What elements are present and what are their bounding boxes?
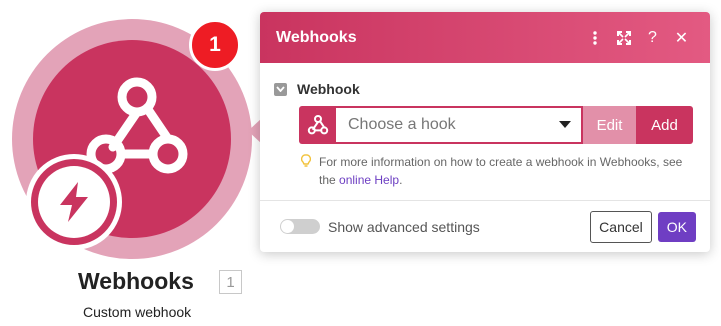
module-subtitle: Custom webhook: [83, 304, 192, 320]
advanced-settings-toggle[interactable]: [280, 219, 320, 234]
field-label-text: Webhook: [297, 81, 360, 97]
hook-select-placeholder: Choose a hook: [348, 116, 456, 133]
edit-button[interactable]: Edit: [583, 106, 636, 144]
ok-button[interactable]: OK: [657, 211, 696, 242]
module-title: Webhooks: [78, 268, 194, 294]
webhook-field-label: Webhook: [274, 81, 696, 97]
panel-title: Webhooks: [276, 28, 357, 46]
caret-down-icon: [559, 121, 571, 128]
cancel-button[interactable]: Cancel: [590, 210, 652, 243]
close-icon[interactable]: ✕: [667, 23, 696, 52]
add-button[interactable]: Add: [636, 106, 693, 144]
trigger-badge: [26, 154, 122, 250]
webhook-icon: [307, 115, 328, 135]
toggle-knob: [281, 220, 294, 233]
lightbulb-icon: [300, 153, 319, 189]
panel-header: Webhooks ? ✕: [260, 12, 710, 63]
hint-end: .: [399, 173, 403, 187]
help-icon[interactable]: ?: [638, 23, 667, 52]
hint-text-block: For more information on how to create a …: [319, 153, 696, 189]
online-help-link[interactable]: online Help: [339, 173, 399, 187]
module-id-badge: 1: [219, 270, 242, 294]
lightning-icon: [60, 182, 88, 222]
help-hint: For more information on how to create a …: [300, 153, 696, 189]
module-settings-panel: Webhooks ? ✕ Webhook Choose a hook Edit …: [260, 12, 710, 252]
advanced-settings-label: Show advanced settings: [328, 218, 480, 235]
operation-count-badge: 1: [189, 19, 241, 71]
hook-selector-row: Choose a hook Edit Add: [299, 106, 696, 144]
collapse-toggle-icon[interactable]: [274, 82, 287, 96]
more-vertical-icon[interactable]: [580, 23, 609, 52]
module-node[interactable]: 1 Webhooks 1 Custom webhook: [0, 0, 280, 326]
hook-select[interactable]: Choose a hook: [336, 106, 583, 144]
expand-icon[interactable]: [609, 23, 638, 52]
panel-footer: Show advanced settings Cancel OK: [260, 200, 710, 252]
panel-body: Webhook Choose a hook Edit Add For more …: [260, 63, 710, 200]
hook-app-icon-box: [299, 106, 336, 144]
